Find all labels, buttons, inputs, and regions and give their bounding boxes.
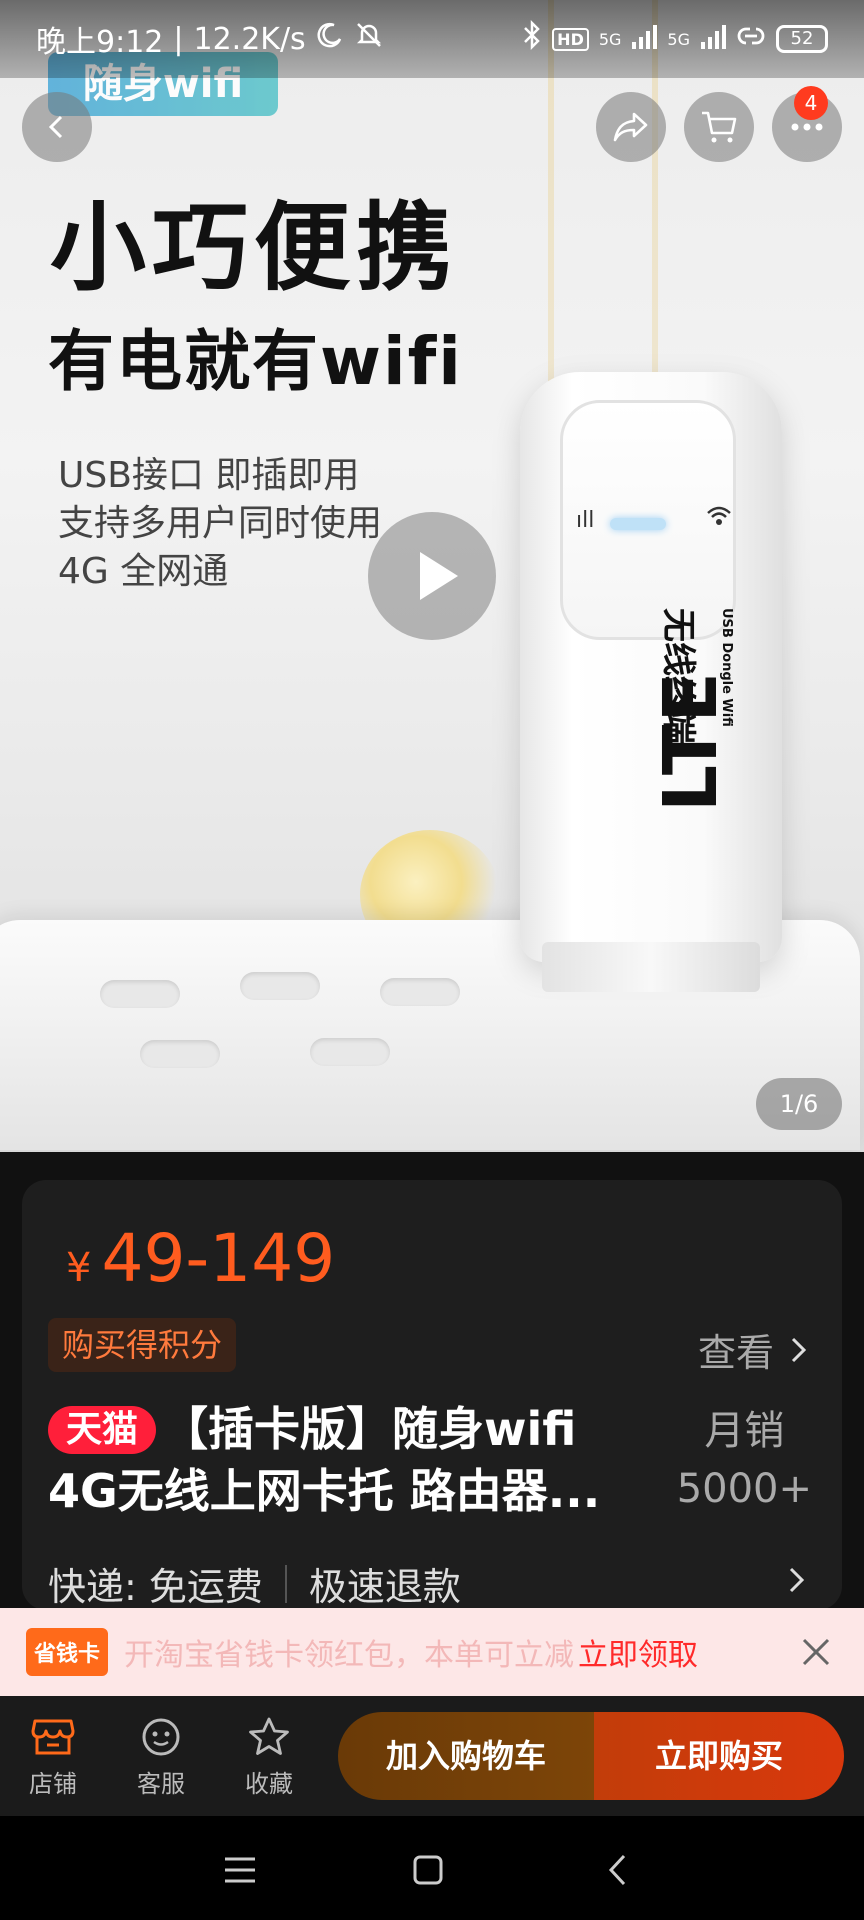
title-line-2: 4G无线上网卡托 路由器...	[48, 1464, 601, 1518]
tmall-badge: 天猫	[48, 1406, 157, 1454]
shipping-label: 快递: 免运费	[48, 1565, 263, 1609]
shipping-row[interactable]: 快递: 免运费 极速退款	[48, 1556, 461, 1611]
divider	[284, 1564, 287, 1603]
image-page-indicator: 1/6	[756, 1078, 842, 1130]
signal-icon	[631, 22, 658, 57]
feature-item: 4G 全网通	[58, 551, 229, 592]
share-icon	[613, 112, 648, 142]
wifi-icon	[706, 504, 732, 534]
back-button[interactable]	[22, 92, 92, 162]
usb-dongle-image: ıll 无线终端 USB Dongle Wifi LTE	[520, 372, 782, 992]
store-icon	[31, 1719, 75, 1755]
cart-icon	[702, 111, 737, 143]
close-icon[interactable]	[794, 1630, 838, 1674]
product-info-card: ¥49-149 购买得积分 查看 天猫 【插卡版】随身wifi 4G无线上网卡托 …	[22, 1180, 842, 1610]
shop-button[interactable]: 店铺	[8, 1710, 98, 1799]
signal-icon	[700, 22, 726, 57]
hd-voice-icon: HD	[552, 27, 589, 51]
savings-card-tag: 省钱卡	[26, 1628, 109, 1676]
moon-icon	[316, 21, 344, 57]
status-net-speed: 12.2K/s	[193, 21, 306, 57]
price-range: 49-149	[101, 1220, 336, 1297]
customer-service-button[interactable]: 客服	[116, 1710, 206, 1799]
status-divider: |	[173, 21, 184, 57]
image-feature-list: USB接口 即插即用 支持多用户同时使用 4G 全网通	[58, 452, 382, 596]
square-icon	[413, 1855, 443, 1885]
shop-label: 店铺	[29, 1770, 77, 1798]
star-icon	[249, 1717, 289, 1755]
status-time: 晚上9:12	[36, 25, 164, 60]
chevron-left-icon	[608, 1854, 626, 1886]
add-to-cart-button[interactable]: 加入购物车	[338, 1712, 594, 1800]
status-bar: 晚上9:12 | 12.2K/s HD 5G 5G 52	[0, 0, 864, 78]
share-button[interactable]	[596, 92, 666, 162]
signal-bars-icon: ıll	[576, 508, 595, 533]
buy-now-button[interactable]: 立即购买	[594, 1712, 844, 1800]
battery-icon: 52	[776, 25, 828, 53]
dongle-led	[610, 518, 666, 530]
claim-link[interactable]: 立即领取	[578, 1630, 698, 1674]
system-back-button[interactable]	[588, 1840, 648, 1900]
play-video-button[interactable]	[368, 512, 496, 640]
view-label: 查看	[697, 1331, 774, 1375]
dongle-plug	[542, 942, 760, 992]
mute-bell-icon	[354, 20, 384, 58]
promo-text: 开淘宝省钱卡领红包，本单可立减	[124, 1638, 575, 1673]
menu-button[interactable]	[210, 1840, 270, 1900]
promo-banner[interactable]: 省钱卡 开淘宝省钱卡领红包，本单可立减 立即领取	[0, 1608, 864, 1696]
image-subhead: 有电就有wifi	[48, 323, 463, 400]
cart-button[interactable]	[684, 92, 754, 162]
favorite-label: 收藏	[245, 1770, 293, 1798]
monthly-sales: 月销 5000+	[677, 1402, 812, 1518]
image-headline: 小巧便携	[50, 192, 458, 304]
title-line-1: 【插卡版】随身wifi	[162, 1402, 577, 1456]
more-dots-icon	[791, 123, 823, 131]
product-image-carousel[interactable]: 随身wifi 小巧便携 有电就有wifi USB接口 即插即用 支持多用户同时使…	[0, 0, 864, 1152]
service-label: 客服	[137, 1770, 185, 1798]
points-tag[interactable]: 购买得积分	[48, 1318, 237, 1372]
link-icon	[736, 22, 766, 57]
feature-item: 支持多用户同时使用	[58, 503, 383, 544]
bluetooth-icon	[522, 19, 542, 58]
bottom-action-bar: 店铺 客服 收藏 加入购物车 立即购买	[0, 1696, 864, 1816]
chevron-right-icon[interactable]	[788, 1560, 806, 1604]
currency-symbol: ¥	[66, 1245, 92, 1291]
dongle-label-lte: LTE	[648, 670, 734, 812]
signal-label: 5G	[667, 29, 690, 49]
sales-count: 5000+	[676, 1466, 812, 1512]
hamburger-icon	[225, 1857, 255, 1883]
view-link[interactable]: 查看	[698, 1322, 808, 1377]
feature-item: USB接口 即插即用	[58, 455, 360, 496]
system-nav-bar	[0, 1816, 864, 1920]
product-title[interactable]: 天猫 【插卡版】随身wifi 4G无线上网卡托 路由器...	[48, 1398, 648, 1522]
chat-face-icon	[142, 1718, 180, 1756]
notification-badge: 4	[794, 86, 828, 120]
refund-label: 极速退款	[308, 1565, 461, 1609]
favorite-button[interactable]: 收藏	[224, 1710, 314, 1799]
signal-label: 5G	[598, 29, 622, 49]
more-button[interactable]: 4	[772, 86, 842, 162]
sales-label: 月销	[704, 1408, 785, 1454]
home-button[interactable]	[398, 1840, 458, 1900]
chevron-right-icon	[791, 1337, 807, 1362]
price: ¥49-149	[66, 1220, 335, 1297]
chevron-left-icon	[48, 115, 63, 139]
